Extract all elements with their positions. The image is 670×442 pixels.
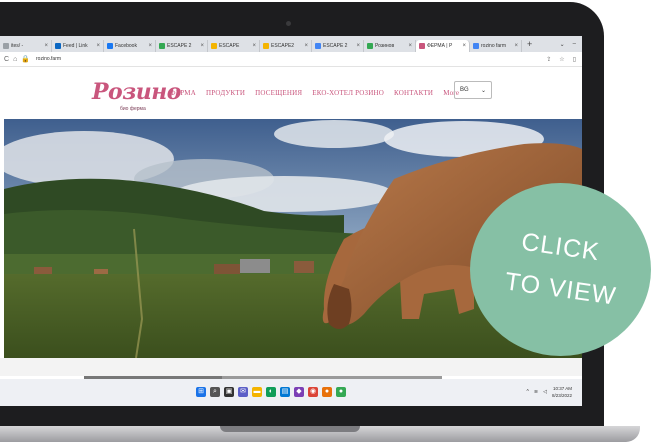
tab-label: Feed | Link: [63, 42, 88, 49]
volume-icon[interactable]: ◁: [543, 389, 547, 395]
url-field[interactable]: rozino.farm: [36, 56, 61, 62]
site-header: Розино био ферма ФЕРМА ПРОДУКТИ ПОСЕЩЕНИ…: [0, 67, 582, 119]
chevron-up-icon[interactable]: ^: [527, 389, 529, 395]
store-icon[interactable]: ▤: [280, 387, 290, 397]
lock-icon: 🔒: [21, 56, 31, 63]
file-explorer-icon[interactable]: ▬: [252, 387, 262, 397]
close-icon[interactable]: ×: [200, 43, 204, 49]
close-icon[interactable]: ×: [304, 43, 308, 49]
clock-date: 8/23/2022: [551, 393, 572, 398]
chat-icon[interactable]: ✉: [238, 387, 248, 397]
browser-tab[interactable]: ESCAPE2 ×: [260, 39, 312, 52]
browser-tab[interactable]: ФЕРМА | Р ×: [416, 39, 470, 52]
nav-item-eco-hotel[interactable]: ЕКО-ХОТЕЛ РОЗИНО: [312, 89, 384, 97]
wifi-icon[interactable]: ≋: [534, 389, 538, 395]
tab-favicon-icon: [107, 42, 113, 49]
click-to-view-badge[interactable]: CLICK TO VIEW: [470, 183, 651, 356]
tab-favicon-icon: [263, 42, 269, 49]
chevron-down-icon: ⌄: [480, 87, 486, 94]
nav-item-products[interactable]: ПРОДУКТИ: [206, 89, 245, 97]
browser-tab[interactable]: Facebook ×: [104, 39, 156, 52]
close-icon[interactable]: ×: [252, 43, 256, 49]
home-icon[interactable]: ⌂: [13, 56, 17, 63]
star-icon[interactable]: ☆: [559, 56, 564, 63]
taskbar-apps: ⊞ ⌕ ▣ ✉ ▬ ◐ ▤ ◆ ◉ ● ●: [196, 387, 346, 397]
close-icon[interactable]: ×: [356, 43, 360, 49]
reload-icon[interactable]: C: [4, 56, 9, 63]
tab-favicon-icon: [473, 42, 479, 49]
clock-time: 10:37 AM: [552, 386, 572, 391]
tab-label: ФЕРМА | Р: [427, 42, 453, 49]
chrome-icon[interactable]: ◉: [308, 387, 318, 397]
tab-favicon-icon: [315, 42, 321, 49]
tab-favicon-icon: [3, 42, 9, 49]
close-icon[interactable]: ×: [408, 43, 412, 49]
close-icon[interactable]: ×: [44, 43, 48, 49]
app-icon[interactable]: ●: [322, 387, 332, 397]
chevron-down-icon[interactable]: ⌄: [560, 41, 565, 48]
webcam-icon: [286, 21, 291, 26]
tab-label: Розинов: [375, 42, 395, 49]
tab-favicon-icon: [55, 42, 61, 49]
tab-label: ESCAPE 2: [323, 42, 348, 49]
tab-label: ESCAPE: [219, 42, 240, 49]
windows-taskbar: ⊞ ⌕ ▣ ✉ ▬ ◐ ▤ ◆ ◉ ● ● ^ ≋ ◁ 10:37 AM 8/2…: [0, 379, 582, 406]
nav-item-farm[interactable]: ФЕРМА: [170, 89, 196, 97]
page-below-hero: [0, 358, 582, 376]
nav-item-visits[interactable]: ПОСЕЩЕНИЯ: [255, 89, 302, 97]
browser-tab[interactable]: ESCAPE 2 ×: [312, 39, 364, 52]
browser-tab[interactable]: ESCAPE ×: [208, 39, 260, 52]
clock[interactable]: 10:37 AM 8/23/2022: [552, 385, 572, 399]
edge-icon[interactable]: ◐: [266, 387, 276, 397]
main-nav: ФЕРМА ПРОДУКТИ ПОСЕЩЕНИЯ ЕКО-ХОТЕЛ РОЗИН…: [170, 89, 459, 97]
close-icon[interactable]: ×: [96, 43, 100, 49]
address-bar: C ⌂ 🔒 rozino.farm ⇪ ☆ ▯: [0, 52, 582, 67]
window-controls: ⌄ –: [560, 41, 582, 48]
tab-favicon-icon: [367, 42, 373, 49]
sidebar-icon[interactable]: ▯: [573, 56, 576, 63]
tab-label: rozino farm: [481, 42, 507, 49]
browser-tab[interactable]: ESCAPE 2 ×: [156, 39, 208, 52]
tab-label: ites/ -: [11, 42, 24, 49]
tab-label: ESCAPE 2: [167, 42, 192, 49]
tab-label: ESCAPE2: [271, 42, 295, 49]
browser-tab[interactable]: rozino farm ×: [470, 39, 522, 52]
new-tab-icon[interactable]: +: [522, 39, 537, 49]
task-view-icon[interactable]: ▣: [224, 387, 234, 397]
tab-favicon-icon: [211, 42, 217, 49]
share-icon[interactable]: ⇪: [546, 56, 551, 63]
laptop-notch: [220, 426, 360, 432]
site-logo[interactable]: Розино: [92, 79, 181, 105]
tab-label: Facebook: [115, 42, 137, 49]
logo-subtitle: био ферма: [120, 106, 146, 112]
browser-tab[interactable]: ites/ - ×: [0, 39, 52, 52]
search-icon[interactable]: ⌕: [210, 387, 220, 397]
close-icon[interactable]: ×: [462, 43, 466, 49]
windows-start-icon[interactable]: ⊞: [196, 387, 206, 397]
browser-tab[interactable]: Розинов ×: [364, 39, 416, 52]
browser-tab-bar: ites/ - × Feed | Link × Facebook × ESCAPE 2 × ES…: [0, 36, 582, 52]
browser-tab[interactable]: Feed | Link ×: [52, 39, 104, 52]
app-icon[interactable]: ◆: [294, 387, 304, 397]
app-icon[interactable]: ●: [336, 387, 346, 397]
language-value: BG: [460, 87, 469, 93]
nav-item-contacts[interactable]: КОНТАКТИ: [394, 89, 433, 97]
tab-favicon-icon: [159, 42, 165, 49]
tab-favicon-icon: [419, 42, 425, 49]
minimize-icon[interactable]: –: [573, 41, 576, 48]
language-select[interactable]: BG ⌄: [454, 81, 492, 99]
close-icon[interactable]: ×: [514, 43, 518, 49]
system-tray: ^ ≋ ◁ 10:37 AM 8/23/2022: [527, 385, 572, 399]
close-icon[interactable]: ×: [148, 43, 152, 49]
